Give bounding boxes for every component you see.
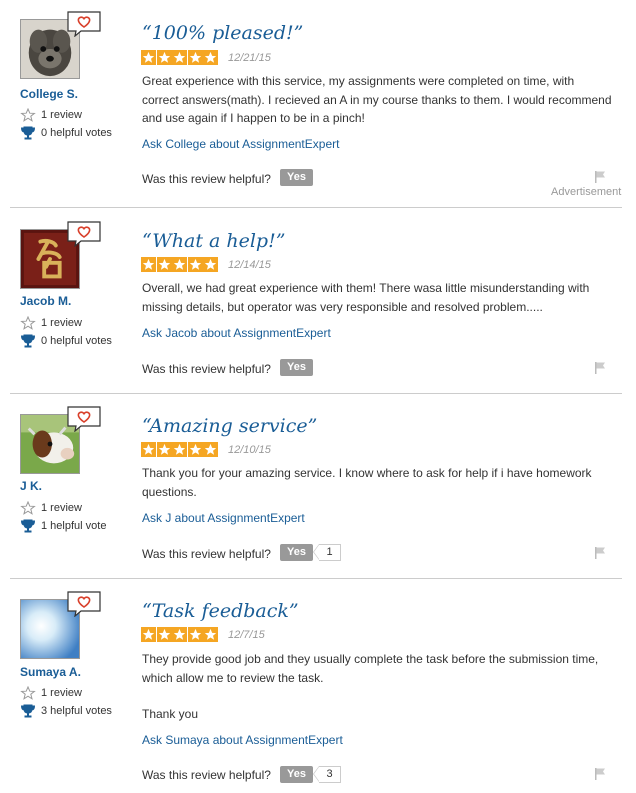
star-icon (141, 257, 156, 272)
review-date: 12/21/15 (228, 52, 271, 64)
helpful-question: Was this review helpful? (142, 547, 271, 561)
review-body: Overall, we had great experience with th… (142, 279, 612, 316)
star-icon (156, 442, 172, 457)
reviewer-name[interactable]: Jacob M. (20, 294, 71, 308)
trophy-icon (20, 126, 36, 140)
star-icon (187, 442, 203, 457)
star-icon (172, 50, 187, 65)
review-title: “Task feedback” (142, 600, 299, 622)
rating-stars (141, 627, 219, 643)
star-outline-icon (20, 501, 36, 515)
heart-badge-icon (67, 406, 101, 432)
star-icon (187, 50, 203, 65)
helpful-votes-label: 0 helpful votes (41, 127, 112, 139)
trophy-icon (20, 519, 36, 533)
flag-icon[interactable] (594, 361, 606, 375)
review-body: They provide good job and they usually c… (142, 650, 612, 724)
review-count: 1 review (20, 686, 82, 700)
star-icon (156, 257, 172, 272)
helpful-votes: 1 helpful vote (20, 519, 106, 533)
flag-icon[interactable] (594, 767, 606, 781)
review-date: 12/14/15 (228, 259, 271, 271)
review-count-label: 1 review (41, 109, 82, 121)
review-count-label: 1 review (41, 317, 82, 329)
review-paragraph: Thank you for your amazing service. I kn… (142, 466, 592, 499)
helpful-count-badge: 3 (313, 766, 341, 783)
helpful-question: Was this review helpful? (142, 172, 271, 186)
review-paragraph: Thank you (142, 707, 199, 721)
helpful-question: Was this review helpful? (142, 768, 271, 782)
star-icon (156, 627, 172, 642)
review-count-label: 1 review (41, 687, 82, 699)
star-icon (203, 627, 218, 642)
star-icon (203, 442, 218, 457)
review-title: “100% pleased!” (142, 22, 304, 44)
star-icon (187, 627, 203, 642)
review-body: Great experience with this service, my a… (142, 72, 612, 128)
star-icon (141, 50, 156, 65)
helpful-votes-label: 0 helpful votes (41, 335, 112, 347)
star-icon (187, 257, 203, 272)
heart-badge-icon (67, 221, 101, 247)
helpful-votes: 3 helpful votes (20, 704, 112, 718)
review-divider (10, 207, 622, 208)
review-body: Thank you for your amazing service. I kn… (142, 464, 612, 501)
helpful-count-badge: 1 (313, 544, 341, 561)
heart-badge-icon (67, 11, 101, 37)
review-title: “Amazing service” (142, 415, 318, 437)
helpful-votes-label: 3 helpful votes (41, 705, 112, 717)
yes-button[interactable]: Yes (280, 544, 313, 561)
review-date: 12/10/15 (228, 444, 271, 456)
star-icon (172, 627, 187, 642)
review-paragraph: Great experience with this service, my a… (142, 74, 612, 125)
ask-reviewer-link[interactable]: Ask College about AssignmentExpert (142, 137, 339, 151)
yes-button[interactable]: Yes (280, 359, 313, 376)
helpful-question: Was this review helpful? (142, 362, 271, 376)
ask-reviewer-link[interactable]: Ask Jacob about AssignmentExpert (142, 326, 331, 340)
star-icon (141, 442, 156, 457)
review-date: 12/7/15 (228, 629, 265, 641)
yes-button[interactable]: Yes (280, 766, 313, 783)
star-outline-icon (20, 686, 36, 700)
review-count-label: 1 review (41, 502, 82, 514)
ask-reviewer-link[interactable]: Ask J about AssignmentExpert (142, 511, 305, 525)
ask-reviewer-link[interactable]: Ask Sumaya about AssignmentExpert (142, 733, 343, 747)
yes-button[interactable]: Yes (280, 169, 313, 186)
helpful-votes: 0 helpful votes (20, 126, 112, 140)
trophy-icon (20, 334, 36, 348)
reviewer-name[interactable]: J K. (20, 479, 42, 493)
review-count: 1 review (20, 108, 82, 122)
heart-badge-icon (67, 591, 101, 617)
flag-icon[interactable] (594, 170, 606, 184)
review-count: 1 review (20, 501, 82, 515)
review-divider (10, 393, 622, 394)
helpful-votes: 0 helpful votes (20, 334, 112, 348)
star-outline-icon (20, 108, 36, 122)
trophy-icon (20, 704, 36, 718)
flag-icon[interactable] (594, 546, 606, 560)
rating-stars (141, 442, 219, 458)
star-icon (203, 257, 218, 272)
rating-stars (141, 50, 219, 66)
review-divider (10, 578, 622, 579)
advertisement-label: Advertisement (551, 186, 622, 198)
review-count: 1 review (20, 316, 82, 330)
star-icon (141, 627, 156, 642)
review-title: “What a help!” (142, 230, 286, 252)
star-icon (172, 442, 187, 457)
reviewer-name[interactable]: College S. (20, 87, 78, 101)
review-paragraph: They provide good job and they usually c… (142, 652, 599, 685)
review-paragraph: Overall, we had great experience with th… (142, 281, 590, 314)
helpful-votes-label: 1 helpful vote (41, 520, 107, 532)
star-icon (156, 50, 172, 65)
star-outline-icon (20, 316, 36, 330)
star-icon (203, 50, 218, 65)
rating-stars (141, 257, 219, 273)
reviewer-name[interactable]: Sumaya A. (20, 665, 81, 679)
star-icon (172, 257, 187, 272)
